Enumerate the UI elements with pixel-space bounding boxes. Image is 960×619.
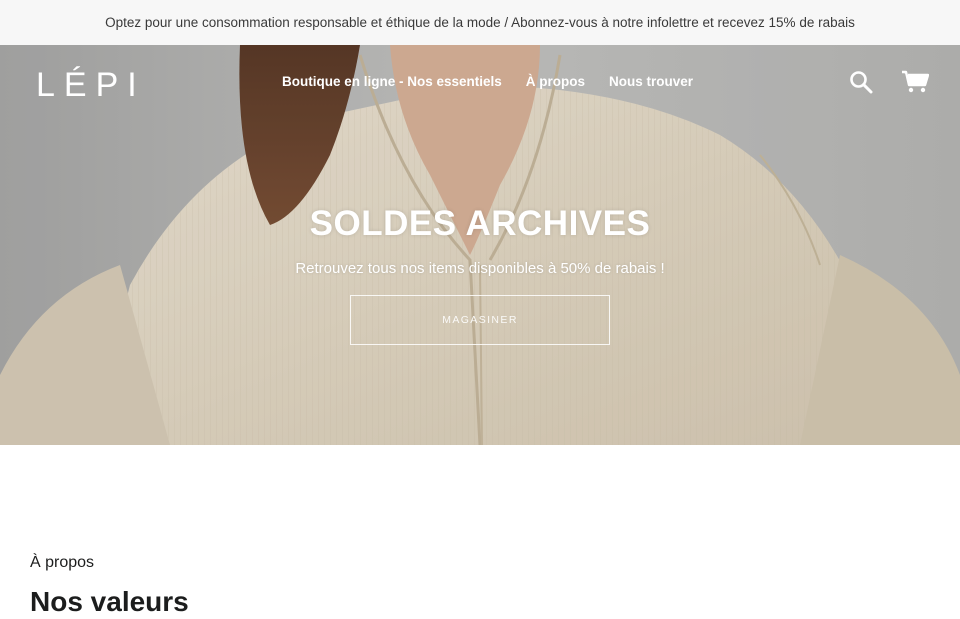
hero-title: SOLDES ARCHIVES: [309, 204, 651, 243]
announcement-bar[interactable]: Optez pour une consommation responsable …: [0, 0, 960, 45]
shop-button[interactable]: MAGASINER: [350, 295, 610, 345]
hero-content: SOLDES ARCHIVES Retrouvez tous nos items…: [0, 45, 960, 445]
announcement-text: Optez pour une consommation responsable …: [105, 15, 855, 30]
hero-subtitle: Retrouvez tous nos items disponibles à 5…: [295, 260, 665, 277]
about-eyebrow: À propos: [30, 554, 95, 571]
about-section: À propos Nos valeurs: [0, 445, 960, 617]
about-heading: Nos valeurs: [30, 586, 189, 617]
